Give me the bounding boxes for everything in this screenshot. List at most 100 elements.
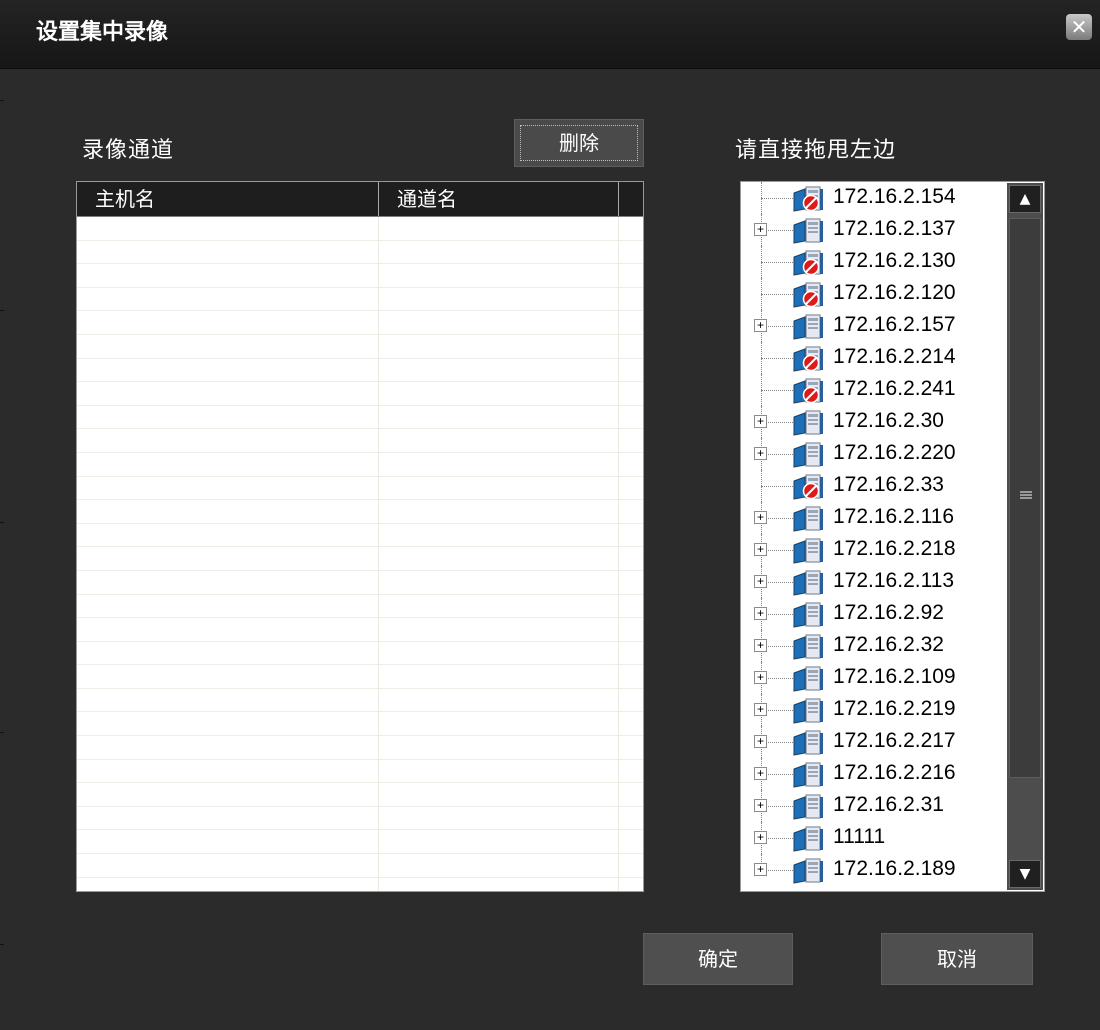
table-row[interactable] xyxy=(77,594,643,619)
tree-node-label[interactable]: 172.16.2.220 xyxy=(833,441,956,465)
close-icon[interactable]: ✕ xyxy=(1066,14,1092,40)
tree-node-label[interactable]: 172.16.2.217 xyxy=(833,729,956,753)
expand-icon[interactable]: + xyxy=(754,671,767,684)
tree-node[interactable]: +172.16.2.32 xyxy=(741,630,1003,662)
table-row[interactable] xyxy=(77,287,643,312)
tree-node[interactable]: +172.16.2.109 xyxy=(741,662,1003,694)
table-row[interactable] xyxy=(77,500,643,524)
tree-node[interactable]: +172.16.2.220 xyxy=(741,438,1003,470)
tree-node[interactable]: +172.16.2.157 xyxy=(741,310,1003,342)
tree-node-label[interactable]: 172.16.2.116 xyxy=(833,505,954,529)
table-row[interactable] xyxy=(77,854,643,878)
expand-icon[interactable]: + xyxy=(754,639,767,652)
table-row[interactable] xyxy=(77,264,643,288)
scroll-thumb[interactable] xyxy=(1009,218,1041,778)
delete-button[interactable]: 删除 xyxy=(514,119,644,167)
table-row[interactable] xyxy=(77,665,643,689)
tree-node-label[interactable]: 172.16.2.113 xyxy=(833,569,954,593)
table-row[interactable] xyxy=(77,806,643,831)
tree-node[interactable]: +172.16.2.31 xyxy=(741,790,1003,822)
tree-node-label[interactable]: 172.16.2.216 xyxy=(833,761,956,785)
tree-node[interactable]: 172.16.2.241 xyxy=(741,374,1003,406)
expand-icon[interactable]: + xyxy=(754,799,767,812)
expand-icon[interactable]: + xyxy=(754,863,767,876)
tree-node-label[interactable]: 172.16.2.154 xyxy=(833,185,956,209)
tree-node[interactable]: 172.16.2.33 xyxy=(741,470,1003,502)
tree-node[interactable]: +172.16.2.116 xyxy=(741,502,1003,534)
tree-node-label[interactable]: 172.16.2.109 xyxy=(833,665,956,689)
table-row[interactable] xyxy=(77,688,643,713)
tree-node-label[interactable]: 172.16.2.120 xyxy=(833,281,956,305)
tree-scrollbar[interactable]: ▲ ▼ xyxy=(1007,183,1043,890)
expand-icon[interactable]: + xyxy=(754,831,767,844)
column-header-host[interactable]: 主机名 xyxy=(77,182,379,216)
expand-icon[interactable]: + xyxy=(754,543,767,556)
tree-node[interactable]: +11111 xyxy=(741,822,1003,854)
tree-node-label[interactable]: 172.16.2.214 xyxy=(833,345,956,369)
expand-icon[interactable]: + xyxy=(754,319,767,332)
column-header-channel[interactable]: 通道名 xyxy=(379,182,619,216)
table-row[interactable] xyxy=(77,452,643,477)
tree-node[interactable]: +172.16.2.189 xyxy=(741,854,1003,886)
table-row[interactable] xyxy=(77,405,643,430)
tree-node[interactable]: +172.16.2.219 xyxy=(741,694,1003,726)
expand-icon[interactable]: + xyxy=(754,767,767,780)
expand-icon[interactable]: + xyxy=(754,607,767,620)
expand-icon[interactable]: + xyxy=(754,415,767,428)
tree-node-label[interactable]: 172.16.2.189 xyxy=(833,857,956,881)
expand-icon[interactable]: + xyxy=(754,447,767,460)
tree-node[interactable]: 172.16.2.120 xyxy=(741,278,1003,310)
expand-icon[interactable]: + xyxy=(754,511,767,524)
table-row[interactable] xyxy=(77,830,643,855)
table-row[interactable] xyxy=(77,523,643,548)
tree-node[interactable]: 172.16.2.154 xyxy=(741,182,1003,214)
tree-node[interactable]: +172.16.2.216 xyxy=(741,758,1003,790)
expand-icon[interactable]: + xyxy=(754,735,767,748)
expand-icon[interactable]: + xyxy=(754,575,767,588)
table-row[interactable] xyxy=(77,311,643,335)
tree-node[interactable]: +172.16.2.217 xyxy=(741,726,1003,758)
tree-node-label[interactable]: 172.16.2.130 xyxy=(833,249,956,273)
cancel-button[interactable]: 取消 xyxy=(881,933,1033,985)
tree-node[interactable]: +172.16.2.137 xyxy=(741,214,1003,246)
tree-node[interactable]: +172.16.2.113 xyxy=(741,566,1003,598)
tree-node-label[interactable]: 172.16.2.32 xyxy=(833,633,944,657)
device-tree[interactable]: 172.16.2.154 +172.16.2.137 172.16.2.130 172… xyxy=(740,181,1045,892)
table-row[interactable] xyxy=(77,547,643,571)
tree-node-label[interactable]: 172.16.2.92 xyxy=(833,601,944,625)
tree-node[interactable]: +172.16.2.30 xyxy=(741,406,1003,438)
confirm-button[interactable]: 确定 xyxy=(643,933,793,985)
tree-node-label[interactable]: 172.16.2.219 xyxy=(833,697,956,721)
tree-node-label[interactable]: 172.16.2.241 xyxy=(833,377,956,401)
tree-node-label[interactable]: 172.16.2.31 xyxy=(833,793,944,817)
tree-node[interactable]: 172.16.2.214 xyxy=(741,342,1003,374)
expand-icon[interactable]: + xyxy=(754,223,767,236)
table-row[interactable] xyxy=(77,736,643,760)
table-row[interactable] xyxy=(77,618,643,642)
table-row[interactable] xyxy=(77,641,643,666)
table-row[interactable] xyxy=(77,712,643,737)
table-row[interactable] xyxy=(77,783,643,807)
tree-node-label[interactable]: 172.16.2.137 xyxy=(833,217,956,241)
expand-icon[interactable]: + xyxy=(754,703,767,716)
tree-node-label[interactable]: 172.16.2.33 xyxy=(833,473,944,497)
table-row[interactable] xyxy=(77,334,643,359)
table-row[interactable] xyxy=(77,570,643,595)
table-row[interactable] xyxy=(77,759,643,784)
scroll-down-button[interactable]: ▼ xyxy=(1009,860,1041,888)
tree-node[interactable]: 172.16.2.130 xyxy=(741,246,1003,278)
scroll-up-button[interactable]: ▲ xyxy=(1009,185,1041,213)
table-row[interactable] xyxy=(77,382,643,406)
tree-node-label[interactable]: 11111 xyxy=(833,825,885,849)
tree-node-label[interactable]: 172.16.2.218 xyxy=(833,537,956,561)
tree-node[interactable]: +172.16.2.218 xyxy=(741,534,1003,566)
tree-node-label[interactable]: 172.16.2.30 xyxy=(833,409,944,433)
tree-node[interactable]: +172.16.2.92 xyxy=(741,598,1003,630)
table-row[interactable] xyxy=(77,217,643,241)
tree-node-label[interactable]: 172.16.2.157 xyxy=(833,313,956,337)
channel-table[interactable]: 主机名 通道名 xyxy=(76,181,644,892)
table-row[interactable] xyxy=(77,877,643,891)
table-row[interactable] xyxy=(77,358,643,383)
table-row[interactable] xyxy=(77,240,643,265)
table-row[interactable] xyxy=(77,476,643,501)
